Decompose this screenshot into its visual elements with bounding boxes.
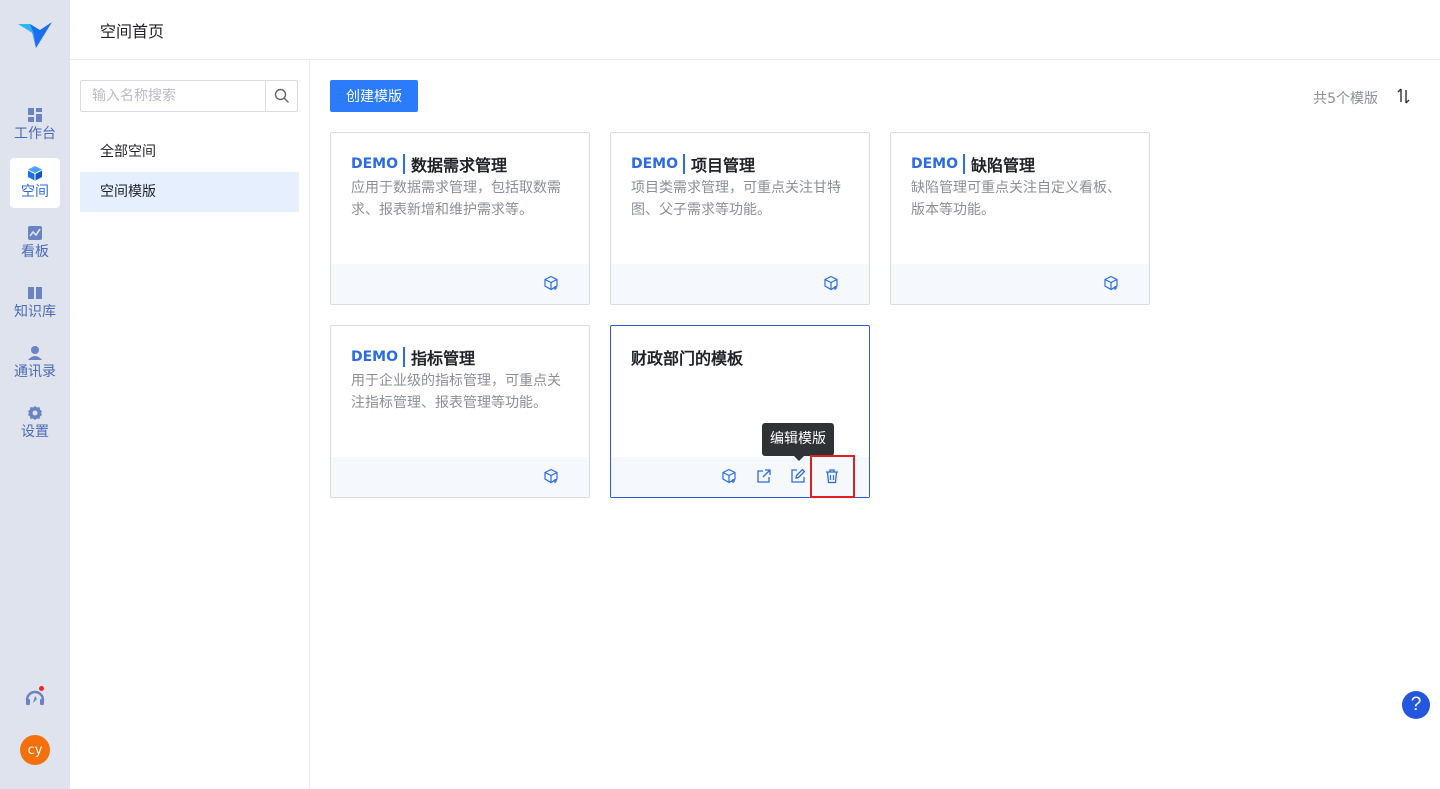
page-title: 空间首页 — [100, 22, 165, 41]
card-footer — [331, 264, 589, 304]
support-icon[interactable] — [24, 686, 46, 708]
search-icon — [274, 88, 289, 103]
app-logo-icon[interactable] — [16, 20, 54, 54]
notification-dot — [39, 686, 44, 691]
create-space-icon[interactable] — [543, 275, 559, 291]
rail-item-workbench[interactable]: 工作台 — [10, 100, 60, 150]
left-rail: 工作台 空间 看板 知识库 通讯录 设置 cy — [0, 0, 70, 789]
card-description: 应用于数据需求管理，包括取数需求、报表新增和维护需求等。 — [351, 180, 561, 218]
demo-tag: DEMO — [351, 347, 406, 367]
card-footer — [611, 264, 869, 304]
card-title: DEMO 数据需求管理 — [351, 153, 507, 175]
card-description: 用于企业级的指标管理，可重点关注指标管理、报表管理等功能。 — [351, 373, 561, 411]
card-title: DEMO 指标管理 — [351, 346, 475, 368]
nav-item-space-templates[interactable]: 空间模版 — [80, 172, 299, 212]
edit-template-tooltip: 编辑模版 — [762, 423, 834, 461]
template-card[interactable]: 财政部门的模板 — [610, 325, 870, 498]
create-space-icon[interactable] — [1103, 275, 1119, 291]
book-icon — [28, 287, 42, 299]
template-count: 共5个模版 — [1313, 91, 1378, 107]
rail-item-board[interactable]: 看板 — [10, 218, 60, 268]
rail-item-knowledge[interactable]: 知识库 — [10, 278, 60, 328]
rail-item-label: 通讯录 — [14, 364, 56, 380]
search-input[interactable] — [81, 81, 265, 111]
create-space-icon[interactable] — [823, 275, 839, 291]
rail-item-label: 知识库 — [14, 304, 56, 320]
card-title-text: 指标管理 — [411, 349, 476, 368]
rail-item-label: 空间 — [21, 184, 49, 200]
cube-icon — [28, 166, 42, 181]
card-title-text: 项目管理 — [691, 156, 756, 175]
trash-icon[interactable] — [824, 468, 840, 484]
card-description: 缺陷管理可重点关注自定义看板、版本等功能。 — [911, 180, 1121, 218]
person-icon — [28, 346, 42, 360]
card-title: DEMO 缺陷管理 — [911, 153, 1035, 175]
card-footer — [891, 264, 1149, 304]
template-card[interactable]: DEMO 缺陷管理 缺陷管理可重点关注自定义看板、版本等功能。 — [890, 132, 1150, 305]
avatar[interactable]: cy — [20, 735, 50, 765]
card-title-text: 缺陷管理 — [971, 156, 1036, 175]
edit-icon[interactable] — [790, 468, 806, 484]
dashboard-icon — [28, 108, 42, 122]
card-title: 财政部门的模板 — [631, 346, 743, 368]
template-card[interactable]: DEMO 数据需求管理 应用于数据需求管理，包括取数需求、报表新增和维护需求等。 — [330, 132, 590, 305]
search-button[interactable] — [265, 81, 297, 111]
nav-item-all-spaces[interactable]: 全部空间 — [80, 132, 299, 172]
sort-icon[interactable] — [1396, 87, 1412, 105]
header: 空间首页 — [70, 0, 1440, 60]
template-card[interactable]: DEMO 项目管理 项目类需求管理，可重点关注甘特图、父子需求等功能。 — [610, 132, 870, 305]
card-title: DEMO 项目管理 — [631, 153, 755, 175]
space-sidebar: 全部空间 空间模版 — [70, 60, 310, 789]
demo-tag: DEMO — [351, 154, 406, 174]
card-footer — [611, 457, 869, 497]
chart-board-icon — [28, 226, 42, 240]
card-description: 项目类需求管理，可重点关注甘特图、父子需求等功能。 — [631, 180, 841, 218]
card-footer — [331, 457, 589, 497]
create-space-icon[interactable] — [543, 468, 559, 484]
gear-icon — [28, 406, 42, 420]
demo-tag: DEMO — [631, 154, 686, 174]
external-link-icon[interactable] — [756, 468, 772, 484]
template-card[interactable]: DEMO 指标管理 用于企业级的指标管理，可重点关注指标管理、报表管理等功能。 — [330, 325, 590, 498]
create-space-icon[interactable] — [721, 468, 737, 484]
help-button[interactable]: ? — [1402, 691, 1430, 719]
rail-item-space[interactable]: 空间 — [10, 158, 60, 208]
search-box — [80, 80, 298, 112]
rail-item-settings[interactable]: 设置 — [10, 398, 60, 448]
card-title-text: 数据需求管理 — [411, 156, 508, 175]
demo-tag: DEMO — [911, 154, 966, 174]
rail-item-label: 设置 — [21, 424, 49, 440]
rail-item-label: 工作台 — [14, 126, 56, 142]
card-title-text: 财政部门的模板 — [631, 349, 744, 368]
rail-item-label: 看板 — [21, 244, 49, 260]
rail-item-contacts[interactable]: 通讯录 — [10, 338, 60, 388]
create-template-button[interactable]: 创建模版 — [330, 80, 418, 112]
